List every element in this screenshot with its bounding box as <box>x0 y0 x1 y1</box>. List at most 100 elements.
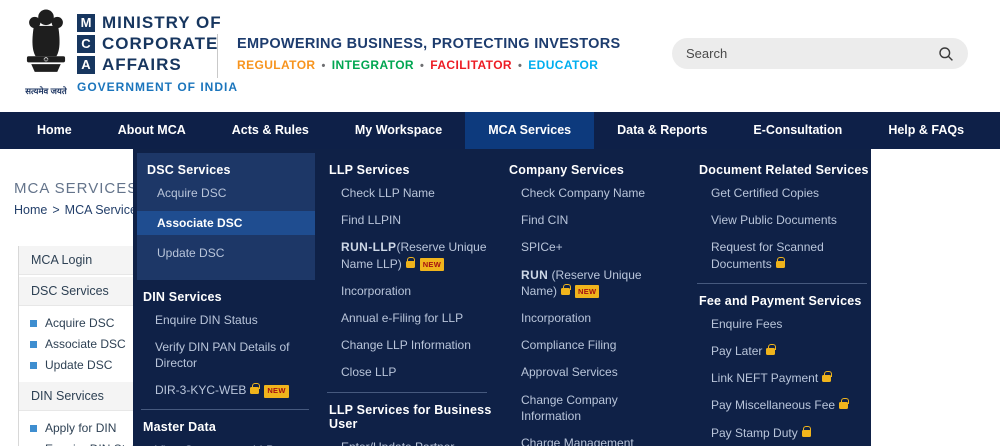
sidebar-item-enquire-din-status[interactable]: Enquire DIN Status <box>19 439 138 446</box>
new-badge: NEW <box>575 285 599 298</box>
menu-item-link-neft-payment[interactable]: Link NEFT Payment <box>711 370 869 386</box>
menu-item-annual-e-filing-for-llp[interactable]: Annual e-Filing for LLP <box>341 310 489 326</box>
menu-item-label: Incorporation <box>521 311 591 325</box>
sidebar-item-acquire-dsc[interactable]: Acquire DSC <box>19 313 138 334</box>
menu-section-divider <box>327 392 487 393</box>
menu-item-pay-miscellaneous-fee[interactable]: Pay Miscellaneous Fee <box>711 397 869 413</box>
menu-item-label: Enquire Fees <box>711 317 782 331</box>
search-input[interactable] <box>686 46 938 61</box>
search-bar[interactable] <box>672 38 968 69</box>
menu-item-associate-dsc[interactable]: Associate DSC <box>137 211 315 235</box>
menu-item-acquire-dsc[interactable]: Acquire DSC <box>157 185 305 201</box>
menu-heading-llp-services-for-business-user: LLP Services for Business User <box>329 403 493 431</box>
search-icon[interactable] <box>938 46 954 62</box>
new-badge: NEW <box>264 385 288 398</box>
menu-item-incorporation[interactable]: Incorporation <box>341 283 489 299</box>
menu-item-enquire-fees[interactable]: Enquire Fees <box>711 316 869 332</box>
sidebar-item-apply-for-din[interactable]: Apply for DIN <box>19 418 138 439</box>
site-header: सत्यमेव जयते MCA MINISTRY OF CORPORATE A… <box>0 0 1000 112</box>
nav-item-home[interactable]: Home <box>14 112 95 149</box>
menu-item-find-llpin[interactable]: Find LLPIN <box>341 212 489 228</box>
menu-item-pay-stamp-duty[interactable]: Pay Stamp Duty <box>711 425 869 441</box>
sidebar-item-update-dsc[interactable]: Update DSC <box>19 355 138 376</box>
breadcrumb-mca-services[interactable]: MCA Services <box>65 203 144 217</box>
motto-integrator: INTEGRATOR <box>332 58 414 72</box>
menu-item-label: Link NEFT Payment <box>711 371 818 385</box>
menu-item-update-dsc[interactable]: Update DSC <box>157 245 305 261</box>
sidebar-item-label: Update DSC <box>45 355 112 376</box>
nav-item-data-reports[interactable]: Data & Reports <box>594 112 730 149</box>
menu-item-compliance-filing[interactable]: Compliance Filing <box>521 337 679 353</box>
menu-heading-dsc-services: DSC Services <box>147 163 305 177</box>
mca-logo-letters: MCA <box>77 14 95 77</box>
government-of-india-label: GOVERNMENT OF INDIA <box>77 80 238 94</box>
logo-letter-c: C <box>77 35 95 53</box>
menu-item-label: Update DSC <box>157 246 224 260</box>
menu-item-label: Annual e-Filing for LLP <box>341 311 463 325</box>
header-divider <box>217 34 218 78</box>
lock-icon <box>776 261 785 268</box>
nav-item-acts-rules[interactable]: Acts & Rules <box>209 112 332 149</box>
menu-item-enter-update-partner-details[interactable]: Enter/Update Partner Details <box>341 439 489 446</box>
menu-item-approval-services[interactable]: Approval Services <box>521 364 679 380</box>
menu-item-change-llp-information[interactable]: Change LLP Information <box>341 337 489 353</box>
menu-item-change-company-information[interactable]: Change Company Information <box>521 392 679 424</box>
sidebar-group-din-services[interactable]: DIN Services <box>19 382 138 411</box>
tagline: EMPOWERING BUSINESS, PROTECTING INVESTOR… <box>237 36 620 52</box>
logo-letter-a: A <box>77 56 95 74</box>
menu-item-label: Check Company Name <box>521 186 645 200</box>
menu-item-label: Get Certified Copies <box>711 186 819 200</box>
menu-heading-document-related-services: Document Related Services <box>699 163 873 177</box>
menu-item-pay-later[interactable]: Pay Later <box>711 343 869 359</box>
menu-item-request-for-scanned-documents[interactable]: Request for Scanned Documents <box>711 239 869 271</box>
dsc-services-panel: DSC Services Acquire DSC Associate DSC Upda… <box>137 153 315 280</box>
nav-item-mca-services[interactable]: MCA Services <box>465 112 594 149</box>
menu-heading-fee-and-payment-services: Fee and Payment Services <box>699 294 873 308</box>
menu-item-enquire-din-status[interactable]: Enquire DIN Status <box>155 312 311 328</box>
sidebar-item-label: Apply for DIN <box>45 418 116 439</box>
menu-item-view-public-documents[interactable]: View Public Documents <box>711 212 869 228</box>
menu-item-verify-din-pan-details-of-director[interactable]: Verify DIN PAN Details of Director <box>155 339 311 371</box>
menu-item-spice[interactable]: SPICe+ <box>521 239 679 255</box>
menu-item-view-company-or-llp-master-data[interactable]: View Company or LLP Master Data <box>155 442 311 446</box>
bullet-icon <box>30 362 37 369</box>
menu-item-check-company-name[interactable]: Check Company Name <box>521 185 679 201</box>
menu-heading-company-services: Company Services <box>509 163 683 177</box>
sidebar-item-associate-dsc[interactable]: Associate DSC <box>19 334 138 355</box>
menu-item-label: Pay Miscellaneous Fee <box>711 398 835 412</box>
menu-item-dir-3-kyc-web[interactable]: DIR-3-KYC-WEBNEW <box>155 382 311 398</box>
sidebar-item-label: Associate DSC <box>45 334 126 355</box>
lock-icon <box>406 261 415 268</box>
menu-item-label: Pay Stamp Duty <box>711 426 798 440</box>
menu-item-label: Pay Later <box>711 344 762 358</box>
ministry-title-line2: CORPORATE <box>102 33 222 54</box>
menu-item-prefix: RUN <box>521 268 548 282</box>
lock-icon <box>822 375 831 382</box>
nav-item-e-consultation[interactable]: E-Consultation <box>730 112 865 149</box>
menu-item-charge-management[interactable]: Charge Management <box>521 435 679 446</box>
ministry-title-line3: AFFAIRS <box>102 54 222 75</box>
lock-icon <box>839 402 848 409</box>
menu-item-find-cin[interactable]: Find CIN <box>521 212 679 228</box>
nav-item-about-mca[interactable]: About MCA <box>95 112 209 149</box>
menu-item-prefix: RUN-LLP <box>341 240 396 254</box>
menu-item-label: Verify DIN PAN Details of Director <box>155 340 289 370</box>
breadcrumb-home[interactable]: Home <box>14 203 47 217</box>
megamenu-column-1: DSC Services Acquire DSC Associate DSC Upda… <box>137 153 315 446</box>
sidebar-group-mca-login[interactable]: MCA Login <box>19 246 138 275</box>
menu-item-close-llp[interactable]: Close LLP <box>341 364 489 380</box>
main-nav: HomeAbout MCAActs & RulesMy WorkspaceMCA… <box>0 112 1000 149</box>
bullet-icon <box>30 341 37 348</box>
menu-item-check-llp-name[interactable]: Check LLP Name <box>341 185 489 201</box>
menu-item-label: Check LLP Name <box>341 186 435 200</box>
mca-portal-page: सत्यमेव जयते MCA MINISTRY OF CORPORATE A… <box>0 0 1000 446</box>
menu-item-incorporation[interactable]: Incorporation <box>521 310 679 326</box>
nav-item-contact-us[interactable]: Contact Us <box>987 112 1000 149</box>
sidebar-group-dsc-services[interactable]: DSC Services <box>19 277 138 306</box>
new-badge: NEW <box>420 258 444 271</box>
menu-item-run-reserve-unique-name[interactable]: RUN (Reserve Unique Name)NEW <box>521 267 679 299</box>
nav-item-my-workspace[interactable]: My Workspace <box>332 112 465 149</box>
menu-item-get-certified-copies[interactable]: Get Certified Copies <box>711 185 869 201</box>
nav-item-help-faqs[interactable]: Help & FAQs <box>865 112 987 149</box>
menu-item-run-llp-reserve-unique-name-llp[interactable]: RUN-LLP(Reserve Unique Name LLP)NEW <box>341 239 489 271</box>
